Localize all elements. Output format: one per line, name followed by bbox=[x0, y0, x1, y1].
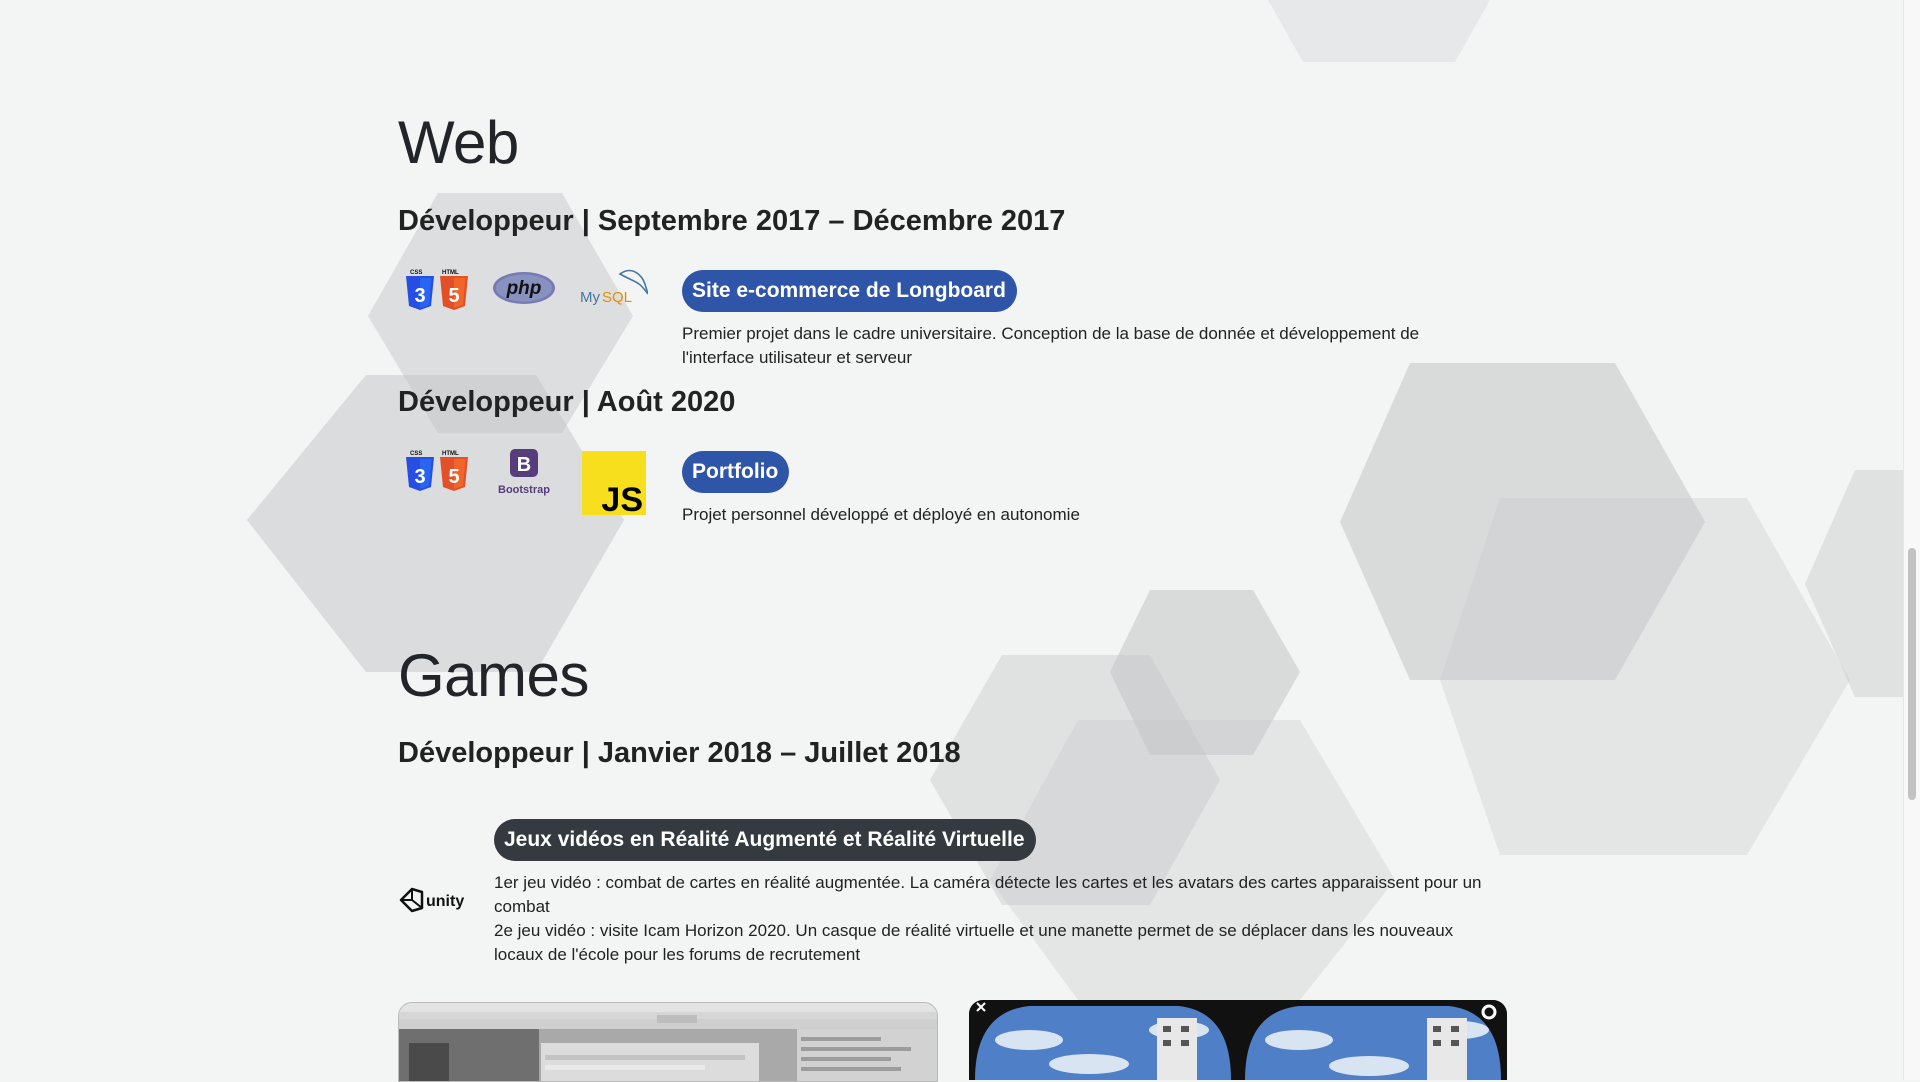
svg-text:My: My bbox=[580, 289, 600, 306]
scrollbar-thumb[interactable] bbox=[1908, 548, 1916, 800]
job-title-games: Développeur | Janvier 2018 – Juillet 201… bbox=[398, 737, 961, 769]
svg-text:CSS: CSS bbox=[410, 270, 422, 276]
project-description-portfolio: Projet personnel développé et déployé en… bbox=[682, 505, 1080, 524]
section-title-web: Web bbox=[398, 109, 519, 176]
project-description-game-2: 2e jeu vidéo : visite Icam Horizon 2020.… bbox=[494, 921, 1454, 964]
php-logo: php bbox=[493, 272, 555, 304]
svg-text:unity: unity bbox=[426, 893, 464, 910]
project-description-longboard: Premier projet dans le cadre universitai… bbox=[682, 324, 1420, 367]
svg-text:HTML: HTML bbox=[442, 270, 459, 276]
section-title-games: Games bbox=[398, 642, 589, 709]
svg-text:CSS: CSS bbox=[410, 451, 422, 457]
css3-html5-logo: CSS 3 HTML 5 bbox=[406, 270, 468, 310]
svg-text:JS: JS bbox=[601, 481, 643, 515]
svg-text:php: php bbox=[506, 278, 542, 299]
job-title-portfolio: Développeur | Août 2020 bbox=[398, 386, 736, 418]
svg-text:3: 3 bbox=[414, 285, 425, 307]
unity-logo: unity bbox=[399, 887, 464, 913]
unity-editor-screenshot[interactable] bbox=[398, 1002, 938, 1082]
tech-logos-portfolio: CSS 3 HTML 5 B Bootstrap JS bbox=[398, 449, 658, 517]
hexagon-shape bbox=[1268, 0, 1490, 62]
page-scrollbar[interactable] bbox=[1903, 0, 1920, 1080]
css3-html5-logo: CSS 3 HTML 5 bbox=[406, 451, 468, 491]
svg-text:Bootstrap: Bootstrap bbox=[498, 484, 550, 496]
job-title-longboard: Développeur | Septembre 2017 – Décembre … bbox=[398, 205, 1066, 237]
svg-text:HTML: HTML bbox=[442, 451, 459, 457]
project-badge-longboard[interactable]: Site e-commerce de Longboard bbox=[682, 270, 1017, 312]
hexagon-shape bbox=[1440, 498, 1850, 855]
bootstrap-logo: B Bootstrap bbox=[498, 449, 550, 496]
tech-logos-longboard: CSS 3 HTML 5 php My SQL bbox=[398, 268, 658, 336]
svg-text:5: 5 bbox=[448, 285, 459, 307]
svg-text:SQL: SQL bbox=[602, 289, 632, 306]
project-badge-games[interactable]: Jeux vidéos en Réalité Augmenté et Réali… bbox=[494, 819, 1036, 861]
vr-headset-view-screenshot[interactable] bbox=[969, 1000, 1507, 1080]
javascript-logo: JS bbox=[582, 451, 646, 515]
mysql-logo: My SQL bbox=[580, 269, 648, 306]
project-badge-portfolio[interactable]: Portfolio bbox=[682, 451, 790, 493]
project-description-game-1: 1er jeu vidéo : combat de cartes en réal… bbox=[494, 873, 1482, 916]
svg-text:5: 5 bbox=[448, 466, 459, 488]
svg-text:3: 3 bbox=[414, 466, 425, 488]
svg-text:B: B bbox=[517, 454, 531, 476]
